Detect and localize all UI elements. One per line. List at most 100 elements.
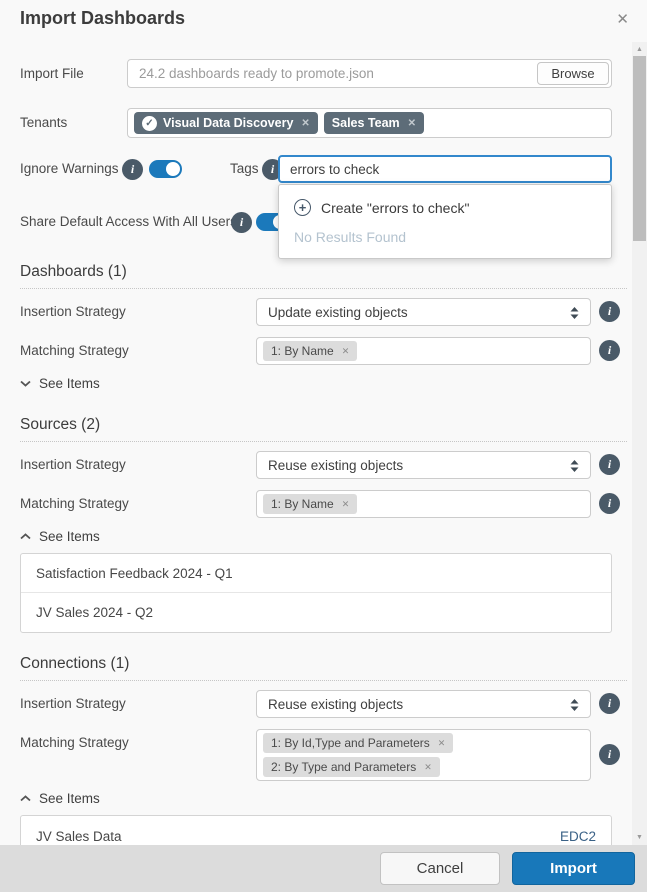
see-items-label: See Items xyxy=(39,791,100,806)
remove-tag-icon[interactable] xyxy=(301,118,309,129)
vertical-scrollbar xyxy=(632,42,647,845)
tags-dropdown: Create "errors to check" No Results Foun… xyxy=(278,184,612,259)
info-icon[interactable] xyxy=(599,454,620,475)
item-name: Satisfaction Feedback 2024 - Q1 xyxy=(36,565,233,581)
info-icon[interactable] xyxy=(122,159,143,180)
insertion-strategy-value: Update existing objects xyxy=(268,304,408,320)
section-connections: Connections (1) Insertion Strategy Reuse… xyxy=(0,655,632,845)
dialog-header: Import Dashboards xyxy=(0,0,647,42)
remove-tag-icon[interactable] xyxy=(342,346,350,357)
matching-tag-label: 1: By Id,Type and Parameters xyxy=(271,736,430,750)
matching-strategy-label: Matching Strategy xyxy=(20,496,129,511)
dialog-footer: Cancel Import xyxy=(0,845,647,892)
chevron-up-icon xyxy=(20,795,31,802)
page-title: Import Dashboards xyxy=(20,8,186,28)
list-item: JV Sales Data EDC2 xyxy=(21,816,611,845)
info-icon[interactable] xyxy=(231,212,252,233)
matching-tag: 1: By Id,Type and Parameters xyxy=(263,733,454,753)
tenants-field[interactable]: Visual Data Discovery Sales Team xyxy=(127,108,612,138)
create-tag-option[interactable]: Create "errors to check" xyxy=(279,196,611,219)
check-circle-icon xyxy=(142,115,157,131)
share-default-label: Share Default Access With All Users xyxy=(20,214,237,229)
section-dashboards: Dashboards (1) Insertion Strategy Update… xyxy=(0,263,632,392)
tenants-row: Tenants Visual Data Discovery Sales Team xyxy=(20,108,627,138)
info-icon[interactable] xyxy=(599,301,620,322)
section-sources: Sources (2) Insertion Strategy Reuse exi… xyxy=(0,416,632,633)
insertion-strategy-row: Insertion Strategy Reuse existing object… xyxy=(20,451,627,479)
section-title: Dashboards (1) xyxy=(20,263,627,289)
tenant-tag: Sales Team xyxy=(323,112,425,134)
scroll-up-icon[interactable] xyxy=(632,42,647,57)
item-name: JV Sales 2024 - Q2 xyxy=(36,605,154,620)
browse-button[interactable]: Browse xyxy=(537,62,609,85)
insertion-strategy-row: Insertion Strategy Reuse existing object… xyxy=(20,690,627,718)
matching-strategy-label: Matching Strategy xyxy=(20,735,129,750)
see-items-label: See Items xyxy=(39,376,100,391)
insertion-strategy-label: Insertion Strategy xyxy=(20,457,126,472)
section-title: Sources (2) xyxy=(20,416,627,442)
plus-circle-icon xyxy=(294,199,311,216)
matching-strategy-field[interactable]: 1: By Name xyxy=(256,337,591,365)
insertion-strategy-select[interactable]: Reuse existing objects xyxy=(256,451,591,479)
list-item: Satisfaction Feedback 2024 - Q1 xyxy=(21,554,611,593)
info-icon[interactable] xyxy=(599,340,620,361)
tenants-label: Tenants xyxy=(20,115,68,130)
section-title: Connections (1) xyxy=(20,655,627,681)
matching-tag-label: 2: By Type and Parameters xyxy=(271,760,417,774)
matching-strategy-field[interactable]: 1: By Name xyxy=(256,490,591,518)
matching-strategy-field[interactable]: 1: By Id,Type and Parameters 2: By Type … xyxy=(256,729,591,781)
matching-tag: 1: By Name xyxy=(263,341,358,361)
items-list: JV Sales Data EDC2 xyxy=(20,815,612,845)
close-icon[interactable] xyxy=(614,8,631,30)
tenant-tag-label: Sales Team xyxy=(331,116,400,130)
info-icon[interactable] xyxy=(599,744,620,765)
remove-tag-icon[interactable] xyxy=(424,762,432,773)
item-name: JV Sales Data xyxy=(36,828,122,844)
matching-strategy-row: Matching Strategy 1: By Name xyxy=(20,490,627,518)
dialog-content: Import File Browse Tenants Visual Data D… xyxy=(0,42,632,845)
matching-tag: 2: By Type and Parameters xyxy=(263,757,440,777)
tenant-tag: Visual Data Discovery xyxy=(134,112,318,134)
matching-strategy-label: Matching Strategy xyxy=(20,343,129,358)
ignore-warnings-toggle[interactable] xyxy=(149,160,182,178)
tenant-tag-label: Visual Data Discovery xyxy=(163,116,294,130)
ignore-warnings-label: Ignore Warnings xyxy=(20,161,119,176)
matching-tag-label: 1: By Name xyxy=(271,344,334,358)
scrollbar-thumb[interactable] xyxy=(633,56,646,241)
info-icon[interactable] xyxy=(599,493,620,514)
insertion-strategy-value: Reuse existing objects xyxy=(268,457,404,473)
insertion-strategy-row: Insertion Strategy Update existing objec… xyxy=(20,298,627,326)
scroll-down-icon[interactable] xyxy=(632,830,647,845)
create-tag-label: Create "errors to check" xyxy=(321,199,470,216)
remove-tag-icon[interactable] xyxy=(342,499,350,510)
matching-strategy-row: Matching Strategy 1: By Name xyxy=(20,337,627,365)
no-results-text: No Results Found xyxy=(294,229,407,245)
insertion-strategy-label: Insertion Strategy xyxy=(20,696,126,711)
cancel-button[interactable]: Cancel xyxy=(380,852,500,885)
chevron-down-icon xyxy=(20,380,31,387)
tags-label: Tags xyxy=(230,161,259,176)
select-spinner-icon xyxy=(569,698,580,715)
item-badge: EDC2 xyxy=(559,828,596,844)
list-item: JV Sales 2024 - Q2 xyxy=(21,593,611,632)
info-icon[interactable] xyxy=(599,693,620,714)
insertion-strategy-select[interactable]: Reuse existing objects xyxy=(256,690,591,718)
import-file-row: Import File Browse xyxy=(20,59,627,88)
tags-input[interactable] xyxy=(278,155,612,183)
import-dashboards-dialog: Import Dashboards Import File Browse Ten… xyxy=(0,0,647,892)
see-items-toggle[interactable]: See Items xyxy=(20,375,140,392)
chevron-up-icon xyxy=(20,533,31,540)
insertion-strategy-label: Insertion Strategy xyxy=(20,304,126,319)
matching-strategy-row: Matching Strategy 1: By Id,Type and Para… xyxy=(20,729,627,781)
insertion-strategy-select[interactable]: Update existing objects xyxy=(256,298,591,326)
import-file-label: Import File xyxy=(20,66,84,81)
remove-tag-icon[interactable] xyxy=(408,118,416,129)
select-spinner-icon xyxy=(569,306,580,323)
matching-tag-label: 1: By Name xyxy=(271,497,334,511)
items-list: Satisfaction Feedback 2024 - Q1 JV Sales… xyxy=(20,553,612,633)
remove-tag-icon[interactable] xyxy=(438,738,446,749)
see-items-toggle[interactable]: See Items xyxy=(20,790,140,807)
import-button[interactable]: Import xyxy=(512,852,635,885)
warnings-tags-row: Ignore Warnings Tags Create "errors to c… xyxy=(20,155,627,259)
see-items-toggle[interactable]: See Items xyxy=(20,528,140,545)
